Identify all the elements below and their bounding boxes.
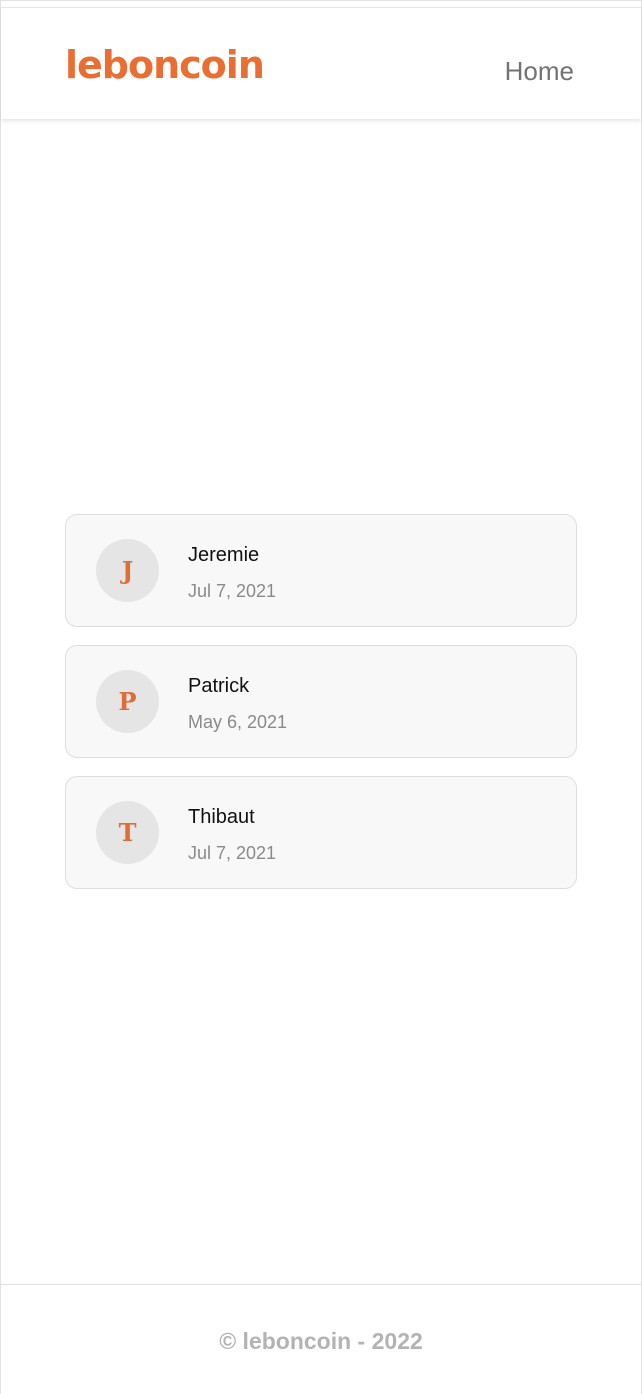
page-frame: leboncoin Home J Jeremie Jul 7, 2021 P P… [0,0,642,1394]
leboncoin-logo[interactable]: leboncoin [65,41,265,89]
conversation-card-thibaut[interactable]: T Thibaut Jul 7, 2021 [65,776,577,889]
conversation-name: Jeremie [188,544,260,566]
avatar: T [96,801,159,864]
conversation-date: Jul 7, 2021 [188,843,277,863]
conversation-date: Jul 7, 2021 [188,581,277,601]
conversation-name: Patrick [188,675,250,697]
page-footer: © leboncoin - 2022 [1,1284,641,1394]
avatar: J [96,539,159,602]
conversation-card-patrick[interactable]: P Patrick May 6, 2021 [65,645,577,758]
conversation-date: May 6, 2021 [188,712,288,732]
avatar: P [96,670,159,733]
footer-copyright: © leboncoin - 2022 [219,1328,423,1354]
conversation-list: J Jeremie Jul 7, 2021 P Patrick May 6, 2… [65,514,577,907]
nav-home-link[interactable]: Home [505,54,574,88]
conversation-card-jeremie[interactable]: J Jeremie Jul 7, 2021 [65,514,577,627]
app-header: leboncoin Home [1,7,641,119]
conversation-name: Thibaut [188,806,255,828]
